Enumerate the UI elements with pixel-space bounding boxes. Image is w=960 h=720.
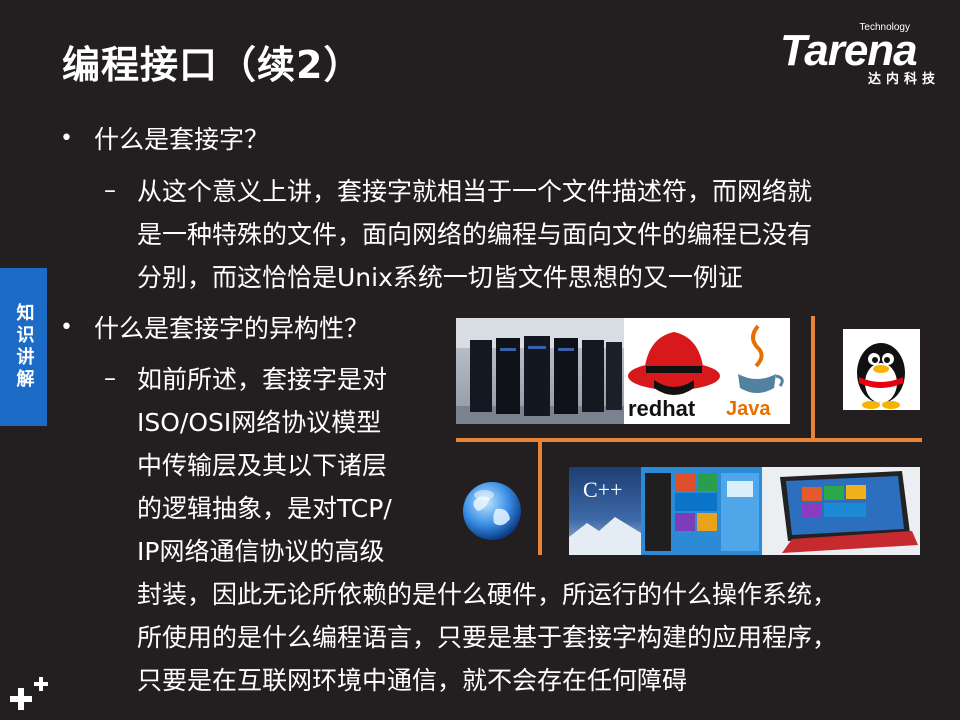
connector-line-h	[456, 438, 922, 442]
connector-line-v2	[538, 440, 542, 555]
page-title: 编程接口（续2）	[62, 43, 363, 87]
bullet-dot: •	[60, 315, 73, 340]
windows-screens-image	[641, 467, 762, 555]
answer-2-line-5: IP网络通信协议的高级	[137, 537, 385, 566]
answer-2-line-1: 如前所述，套接字是对	[137, 365, 388, 394]
redhat-logo-image: redhat	[624, 318, 724, 424]
answer-2-line-6: 封装，因此无论所依赖的是什么硬件，所运行的什么操作系统，	[137, 580, 838, 609]
dash-marker: –	[104, 364, 116, 392]
side-tab-knowledge[interactable]: 知识讲解	[0, 268, 47, 426]
server-room-image	[456, 318, 624, 424]
answer-2-line-8: 只要是在互联网环境中通信，就不会存在任何障碍	[137, 666, 688, 695]
answer-2-line-3: 中传输层及其以下诸层	[137, 451, 388, 480]
answer-2-line-7: 所使用的是什么编程语言，只要是基于套接字构建的应用程序，	[137, 623, 838, 652]
answer-1-line-2: 是一种特殊的文件，面向网络的编程与面向文件的编程已没有	[137, 220, 813, 249]
plus-icon	[6, 670, 52, 716]
side-tab-label: 知识讲解	[13, 303, 35, 391]
cpp-book-image: C++	[569, 467, 641, 555]
tablet-image	[762, 467, 920, 555]
question-2: 什么是套接字的异构性？	[94, 314, 370, 343]
tarena-logo: Technology Tarena 达内科技	[780, 22, 946, 87]
question-1: 什么是套接字？	[94, 125, 270, 154]
answer-2-line-4: 的逻辑抽象，是对TCP/	[137, 494, 392, 523]
dash-marker: –	[104, 176, 116, 204]
answer-1-line-3: 分别，而这恰恰是Unix系统一切皆文件思想的又一例证	[137, 263, 743, 292]
connector-line-v1	[811, 316, 815, 440]
logo-cn-text: 达内科技	[867, 72, 940, 87]
java-text: Java	[726, 398, 771, 420]
redhat-text: redhat	[628, 396, 696, 421]
answer-2-line-2: ISO/OSI网络协议模型	[137, 408, 382, 437]
bullet-dot: •	[60, 126, 73, 151]
answer-1-line-1: 从这个意义上讲，套接字就相当于一个文件描述符，而网络就	[137, 177, 813, 206]
globe-icon	[460, 479, 524, 543]
qq-penguin-image	[843, 329, 920, 410]
java-logo-image: Java	[724, 318, 790, 424]
